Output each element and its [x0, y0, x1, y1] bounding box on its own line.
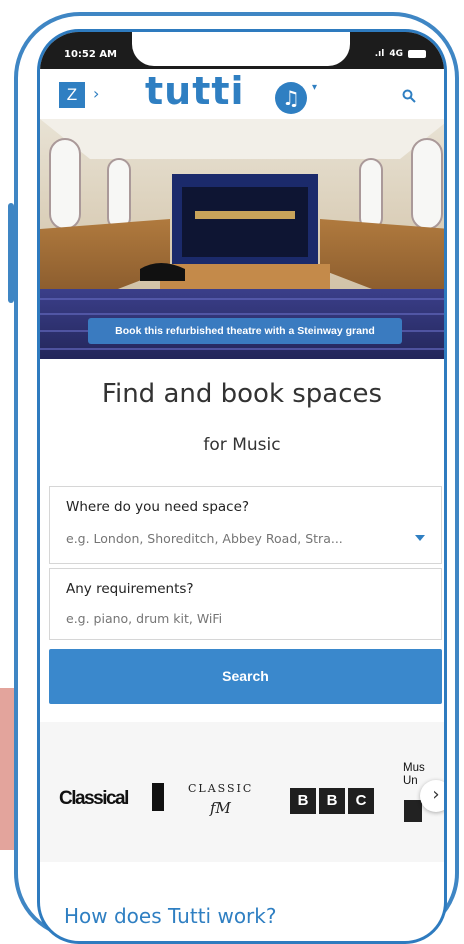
- music-note-icon[interactable]: ♫: [275, 82, 307, 114]
- signal-icon: .ıl: [374, 49, 385, 59]
- status-bar: 10:52 AM .ıl 4G: [40, 32, 444, 69]
- page-title: Find and book spaces: [101, 379, 383, 409]
- location-field[interactable]: Where do you need space?: [49, 486, 442, 564]
- bbc-letter: B: [319, 788, 345, 814]
- hero-caption[interactable]: Book this refurbished theatre with a Ste…: [88, 318, 402, 344]
- classical-music-logo: Classical: [59, 788, 129, 809]
- location-input[interactable]: [66, 531, 396, 546]
- musicians-union-logo-mark: [404, 800, 422, 822]
- musicians-union-logo: Mus Un: [403, 762, 425, 787]
- hero-image[interactable]: Book this refurbished theatre with a Ste…: [40, 119, 444, 359]
- carousel-next-button[interactable]: ›: [420, 780, 444, 812]
- dropdown-arrow-icon[interactable]: [415, 535, 425, 541]
- requirements-input[interactable]: [66, 611, 396, 626]
- how-it-works-heading[interactable]: How does Tutti work?: [64, 904, 276, 928]
- tutti-logo[interactable]: tutti: [145, 69, 245, 113]
- search-icon[interactable]: [402, 88, 416, 103]
- page-subtitle: for Music: [203, 435, 281, 455]
- search-button[interactable]: Search: [49, 649, 442, 704]
- caret-down-icon[interactable]: ▾: [312, 82, 317, 93]
- chevron-right-icon: ›: [93, 84, 100, 103]
- status-time: 10:52 AM: [64, 49, 118, 60]
- location-label: Where do you need space?: [66, 499, 250, 515]
- classic-fm-logo-bottom: fM: [210, 799, 231, 817]
- battery-icon: [408, 50, 426, 58]
- partner-logos: Classical CLASSIC fM B B C Mus Un ›: [40, 722, 444, 862]
- status-indicators: .ıl 4G: [375, 49, 426, 59]
- classic-fm-logo-top: CLASSIC: [188, 782, 254, 795]
- phone-screen: 10:52 AM .ıl 4G Z › tutti ♫ ▾ Book this …: [37, 29, 447, 944]
- phone-notch: [132, 32, 350, 66]
- bbc-letter: C: [348, 788, 374, 814]
- bbc-letter: B: [290, 788, 316, 814]
- network-type: 4G: [389, 49, 403, 59]
- requirements-field[interactable]: Any requirements?: [49, 568, 442, 640]
- requirements-label: Any requirements?: [66, 581, 194, 597]
- bbc-logo: B B C: [290, 788, 374, 814]
- classical-music-logo-tag: [152, 783, 164, 811]
- workspace-switch-button[interactable]: Z: [59, 82, 85, 108]
